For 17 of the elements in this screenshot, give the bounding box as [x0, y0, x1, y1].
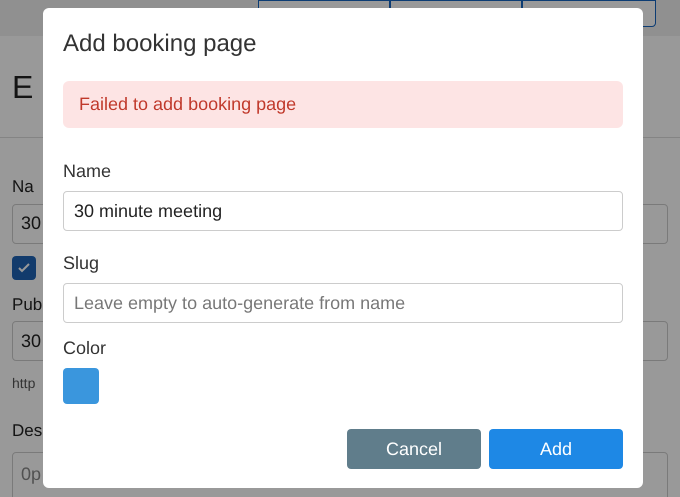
url-hint: http — [12, 374, 36, 393]
text-field[interactable]: 30 minute meeting — [63, 191, 623, 231]
add-button[interactable]: Add — [489, 429, 623, 469]
text-field[interactable]: Leave empty to auto-generate from name — [63, 283, 623, 323]
field-label: Name — [63, 160, 112, 182]
field-label: Slug — [63, 252, 100, 274]
page-heading: E — [12, 68, 34, 106]
checkmark-icon — [17, 260, 31, 274]
cancel-button[interactable]: Cancel — [347, 429, 481, 469]
error-alert: Failed to add booking page — [63, 81, 623, 128]
field-label: Pub — [12, 294, 42, 316]
field-label: Color — [63, 337, 108, 359]
color-swatch[interactable] — [63, 368, 99, 404]
field-label: Des — [12, 420, 42, 442]
dialog-title: Add booking page — [63, 29, 258, 59]
checkbox[interactable] — [12, 256, 36, 280]
field-label: Na — [12, 176, 34, 198]
